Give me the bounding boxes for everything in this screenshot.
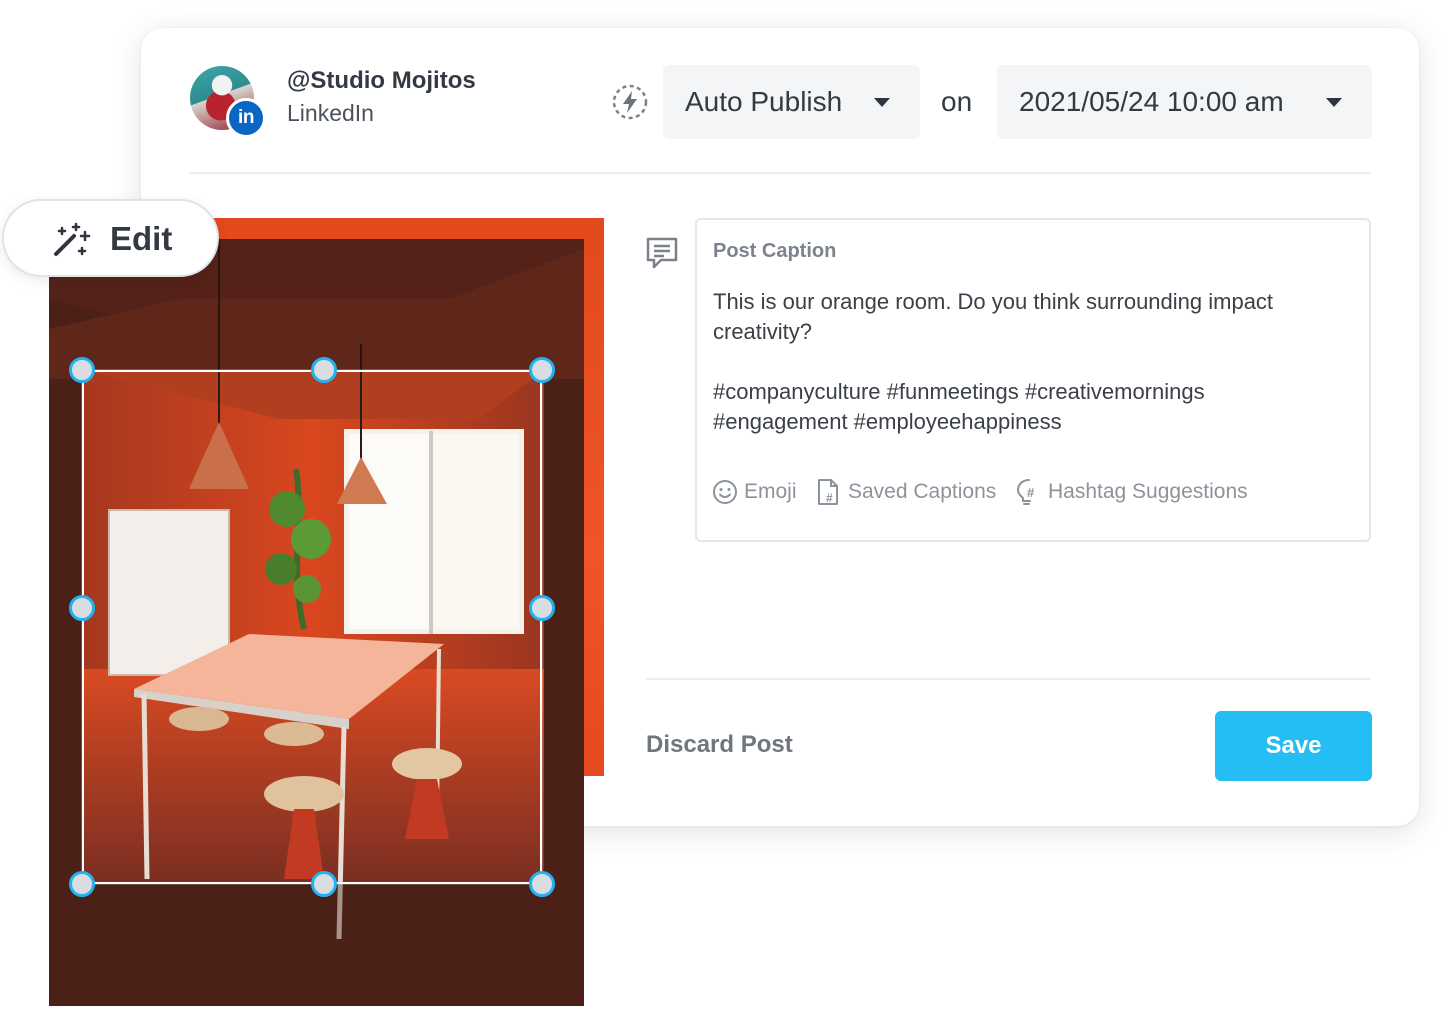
discard-post-button[interactable]: Discard Post [646,731,793,759]
emoji-button[interactable]: Emoji [712,478,797,506]
header-divider [189,172,1371,174]
crop-handle-top[interactable] [311,357,337,383]
magic-wand-icon [54,222,91,256]
caption-icon [646,237,678,269]
footer-divider [646,678,1371,680]
crop-handle-bottom-right[interactable] [529,871,555,897]
caption-title: Post Caption [713,240,837,262]
linkedin-icon: in [226,98,266,138]
crop-handle-right[interactable] [529,595,555,621]
edit-image-button[interactable]: Edit [2,199,219,277]
schedule-datetime-dropdown[interactable]: 2021/05/24 10:00 am [997,65,1372,139]
saved-captions-label: Saved Captions [848,480,997,503]
crop-handle-top-left[interactable] [69,357,95,383]
svg-text:#: # [826,491,833,505]
auto-publish-icon [612,84,648,120]
publish-mode-dropdown[interactable]: Auto Publish [663,65,920,139]
account-name: @Studio Mojitos [287,67,476,94]
save-button[interactable]: Save [1215,711,1372,781]
svg-text:#: # [1027,485,1035,500]
publish-mode-value: Auto Publish [685,86,843,117]
chevron-down-icon [874,98,890,107]
chevron-down-icon [1326,98,1342,107]
crop-handle-top-right[interactable] [529,357,555,383]
schedule-connector: on [941,86,973,117]
crop-frame[interactable] [82,370,542,884]
crop-handle-bottom[interactable] [311,871,337,897]
hashtag-suggestions-label: Hashtag Suggestions [1048,480,1248,503]
caption-text-line: This is our orange room. Do you think su… [713,289,1274,314]
hashtag-suggestions-button[interactable]: # Hashtag Suggestions [1016,478,1248,506]
caption-text-line: creativity? [713,319,813,344]
crop-handle-bottom-left[interactable] [69,871,95,897]
schedule-datetime-value: 2021/05/24 10:00 am [1019,86,1284,117]
crop-handle-left[interactable] [69,595,95,621]
edit-label: Edit [110,220,173,257]
emoji-label: Emoji [744,480,797,503]
account-network: LinkedIn [287,100,374,126]
hashtag-bulb-icon: # [1016,479,1035,505]
caption-hashtags-line: #engagement #employeehappiness [713,409,1062,434]
smiley-icon [713,480,737,504]
saved-captions-icon: # [818,479,838,505]
saved-captions-button[interactable]: # Saved Captions [816,478,996,506]
caption-hashtags-line: #companyculture #funmeetings #creativemo… [713,379,1205,404]
